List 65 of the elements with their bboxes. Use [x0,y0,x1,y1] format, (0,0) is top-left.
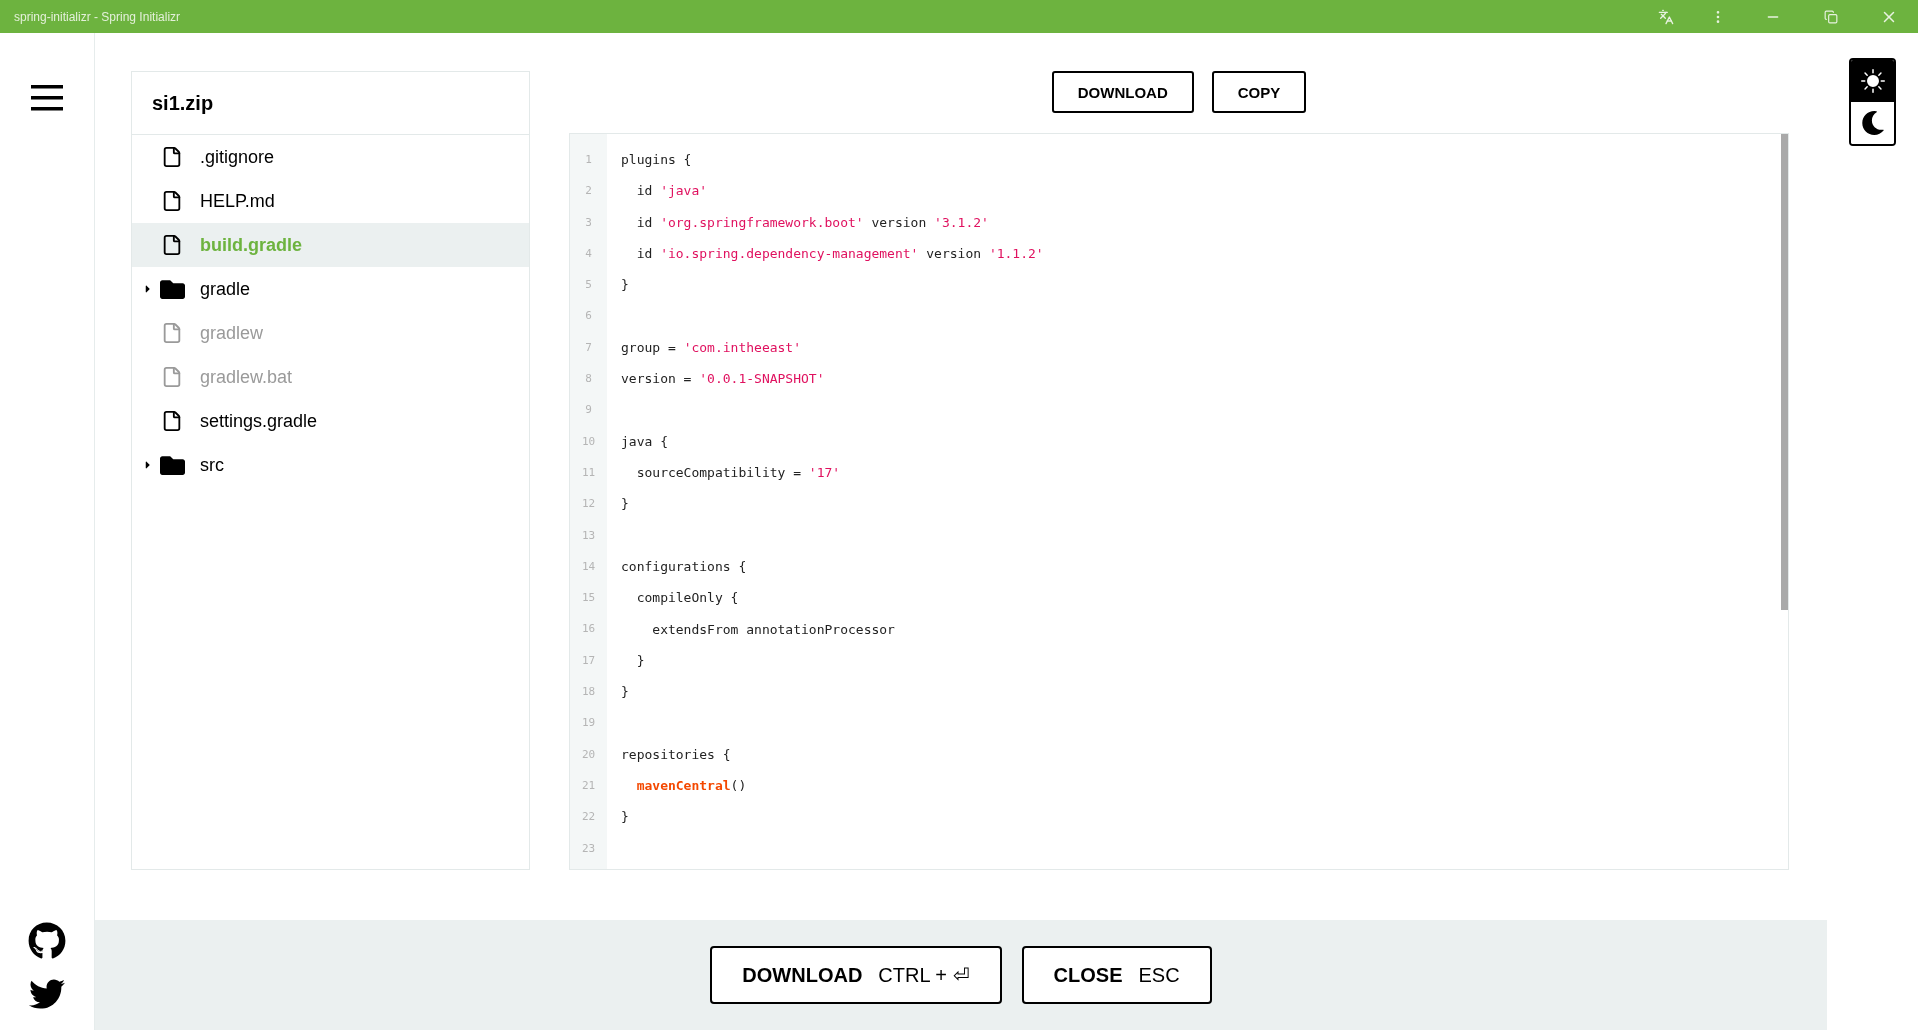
tree-item[interactable]: .gitignore [132,135,529,179]
line-number: 15 [580,590,597,607]
line-number: 8 [584,371,593,388]
line-number: 7 [584,339,593,356]
code-line: plugins { [621,152,692,168]
code-line: } [621,496,629,512]
line-number: 20 [580,746,597,763]
line-number: 3 [584,214,593,231]
file-icon [161,366,183,388]
window-title: spring-initializr - Spring Initializr [14,9,182,24]
code-line: repositories { [621,746,731,762]
code-line: } [621,684,629,700]
code-line: id 'org.springframework.boot' version '3.1.2' [635,214,989,230]
github-icon[interactable] [28,922,66,960]
menu-icon[interactable] [31,85,63,111]
tree-item[interactable]: settings.gradle [132,399,529,443]
file-icon [161,410,183,432]
toolbar-button[interactable]: COPY [1211,71,1307,113]
code-line: id 'java' [635,183,708,199]
code-line: java { [621,433,668,449]
theme-mode-button[interactable] [1851,60,1894,102]
line-number: 10 [580,433,597,450]
code-line: sourceCompatibility = '17' [635,465,841,481]
twitter-icon[interactable] [29,976,65,1012]
toolbar-button[interactable]: DOWNLOAD [1051,71,1194,113]
line-number: 16 [580,621,597,638]
line-number: 2 [584,183,593,200]
line-number: 14 [580,558,597,575]
tree-item[interactable]: src [132,443,529,487]
code-line: id 'io.spring.dependency-management' version '1.1.2' [635,246,1044,262]
code-line: } [621,809,629,825]
line-number: 6 [584,308,593,325]
tree-item[interactable]: HELP.md [132,179,529,223]
code-line: configurations { [621,559,747,574]
line-number: 21 [580,777,597,794]
code-line: version = '0.0.1-SNAPSHOT' [621,371,825,387]
line-number: 22 [580,809,597,826]
line-number: 5 [584,277,593,294]
code-line: extendsFrom annotationProcessor [651,621,895,637]
file-icon [161,190,183,212]
line-number: 17 [580,652,597,669]
footer-button[interactable]: CLOSE ESC [1021,946,1212,1004]
line-number: 1 [584,152,593,168]
file-icon [161,234,183,256]
tree-item[interactable]: gradle [132,267,529,311]
code-line: compileOnly { [635,590,739,606]
moon-icon [1860,111,1885,135]
line-number: 13 [580,527,597,544]
line-number: 18 [580,684,597,701]
line-number: 23 [580,840,597,857]
file-icon [161,322,183,344]
sun-icon [1860,69,1885,93]
line-number: 12 [580,496,597,513]
line-number: 11 [580,464,597,481]
code-line: } [635,652,645,668]
code-line: } [621,277,629,293]
archive-name: si1.zip [152,91,214,115]
footer-button[interactable]: DOWNLOAD CTRL + ⏎ [710,946,1002,1004]
file-icon [161,146,183,168]
line-number: 4 [584,245,593,262]
scrollbar-thumb[interactable] [1781,134,1788,610]
code-line: mavenCentral() [635,778,747,794]
line-number: 9 [584,402,593,419]
code-line: group = 'com.intheeast' [621,339,802,355]
line-number: 19 [580,715,597,732]
